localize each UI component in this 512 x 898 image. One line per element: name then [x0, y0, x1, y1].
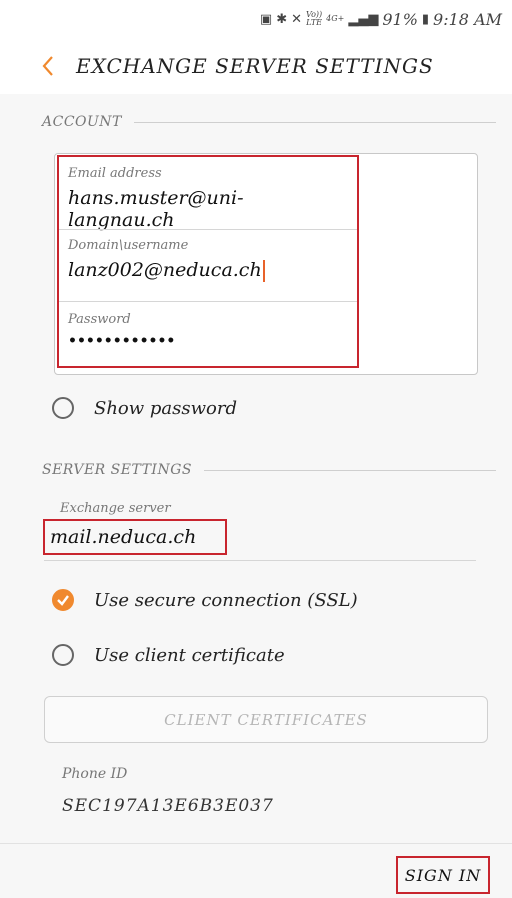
- chevron-left-icon: [42, 56, 53, 76]
- account-section-title: ACCOUNT: [42, 114, 122, 130]
- ssl-checkbox[interactable]: [52, 589, 74, 611]
- signal-icon: ▂▄▆: [348, 11, 379, 27]
- battery-icon: ▮: [421, 11, 430, 27]
- mute-icon: ✕: [291, 11, 303, 27]
- show-password-label: Show password: [94, 397, 237, 419]
- domain-username-label: Domain\username: [68, 238, 189, 253]
- password-label: Password: [68, 312, 131, 327]
- domain-username-field[interactable]: Domain\username lanz002@neduca.ch: [68, 238, 348, 282]
- domain-username-value: lanz002@neduca.ch: [68, 259, 262, 281]
- field-divider: [58, 229, 358, 230]
- volte-icon: Vo)) LTE: [306, 10, 323, 27]
- password-input[interactable]: ••••••••••••: [68, 333, 348, 349]
- account-section-header: ACCOUNT: [42, 114, 496, 130]
- phone-id-label: Phone ID: [62, 766, 128, 782]
- client-certificate-toggle[interactable]: Use client certificate: [52, 644, 285, 666]
- 4g-icon: 4G+: [326, 14, 345, 23]
- exchange-settings-screen: ▣ ✱ ✕ Vo)) LTE 4G+ ▂▄▆ 91% ▮ 9:18 AM EXCH…: [0, 0, 512, 898]
- email-field[interactable]: Email address hans.muster@uni-langnau.ch: [68, 166, 348, 231]
- field-divider: [58, 301, 358, 302]
- phone-id-value: SEC197A13E6B3E037: [62, 796, 274, 816]
- domain-username-input[interactable]: lanz002@neduca.ch: [68, 259, 348, 282]
- server-section-title: SERVER SETTINGS: [42, 462, 192, 478]
- page-title: EXCHANGE SERVER SETTINGS: [76, 54, 434, 78]
- ssl-toggle[interactable]: Use secure connection (SSL): [52, 589, 358, 611]
- battery-percent: 91%: [382, 9, 418, 29]
- status-bar: ▣ ✱ ✕ Vo)) LTE 4G+ ▂▄▆ 91% ▮ 9:18 AM: [0, 0, 512, 38]
- client-certificates-button[interactable]: CLIENT CERTIFICATES: [44, 696, 488, 743]
- app-bar: EXCHANGE SERVER SETTINGS: [0, 38, 512, 94]
- client-certificate-radio[interactable]: [52, 644, 74, 666]
- section-divider: [203, 469, 496, 471]
- clock: 9:18 AM: [433, 9, 502, 29]
- exchange-server-input[interactable]: mail.neduca.ch: [50, 526, 196, 548]
- bluetooth-icon: ✱: [276, 11, 288, 27]
- exchange-server-field[interactable]: Exchange server: [60, 501, 340, 516]
- server-section-header: SERVER SETTINGS: [42, 462, 496, 478]
- password-field[interactable]: Password ••••••••••••: [68, 312, 348, 349]
- show-password-toggle[interactable]: Show password: [52, 397, 237, 419]
- text-cursor: [262, 260, 265, 282]
- sim-icon: ▣: [259, 11, 273, 27]
- field-divider: [44, 560, 476, 561]
- section-divider: [133, 121, 496, 123]
- email-input[interactable]: hans.muster@uni-langnau.ch: [68, 187, 348, 231]
- email-label: Email address: [68, 166, 162, 181]
- client-certificate-label: Use client certificate: [94, 644, 285, 666]
- exchange-server-label: Exchange server: [60, 501, 171, 516]
- back-button[interactable]: [34, 52, 62, 80]
- sign-in-button[interactable]: SIGN IN: [396, 856, 490, 894]
- show-password-radio[interactable]: [52, 397, 74, 419]
- ssl-label: Use secure connection (SSL): [94, 589, 358, 611]
- check-icon: [57, 595, 69, 606]
